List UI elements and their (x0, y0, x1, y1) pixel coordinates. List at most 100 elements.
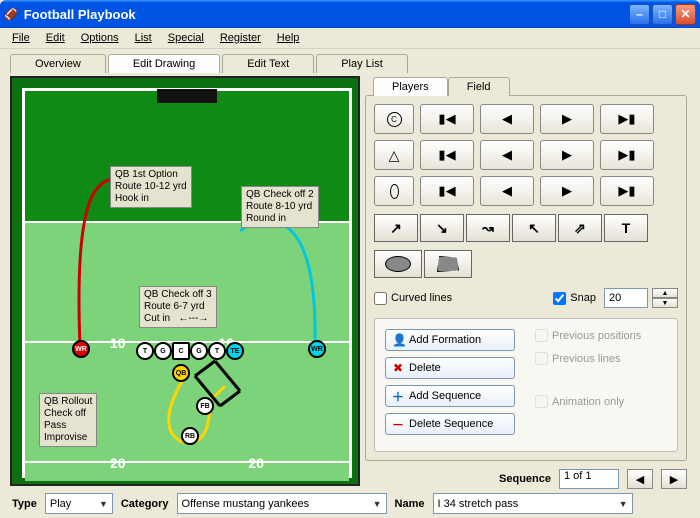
prev-button[interactable]: ◀ (480, 104, 534, 134)
menu-list[interactable]: List (127, 30, 160, 46)
add-sequence-label: Add Sequence (409, 390, 481, 402)
window-title: Football Playbook (24, 7, 629, 22)
player-g-right[interactable]: G (190, 342, 208, 360)
snap-checkbox[interactable] (553, 292, 566, 305)
inner-tabs: Players Field (365, 76, 687, 95)
annotation-checkoff2[interactable]: QB Check off 2 Route 8-10 yrd Round in (241, 186, 319, 228)
next-button[interactable]: ▶ (540, 140, 594, 170)
delete-sequence-label: Delete Sequence (409, 418, 493, 430)
snap-down-button[interactable]: ▼ (652, 298, 678, 308)
content-area: 10 10 20 20 QB 1st Option Route 10-12 yr… (0, 72, 700, 502)
first-button[interactable]: ▮◀ (420, 176, 474, 206)
snap-up-button[interactable]: ▲ (652, 288, 678, 298)
name-value: I 34 stretch pass (438, 498, 519, 510)
yard-number: 10 (110, 335, 126, 351)
last-button[interactable]: ▶▮ (600, 140, 654, 170)
name-label: Name (395, 498, 425, 510)
player-rb[interactable]: RB (181, 427, 199, 445)
tab-edit-drawing[interactable]: Edit Drawing (108, 54, 220, 73)
tool-text[interactable]: T (604, 214, 648, 242)
player-qb[interactable]: QB (172, 364, 190, 382)
close-button[interactable]: ✕ (675, 4, 696, 25)
tool-zone-polygon[interactable] (424, 250, 472, 278)
add-sequence-button[interactable]: ＋ Add Sequence (385, 385, 515, 407)
tab-overview[interactable]: Overview (10, 54, 106, 73)
type-value: Play (50, 498, 71, 510)
delete-sequence-button[interactable]: － Delete Sequence (385, 413, 515, 435)
annotation-rollout[interactable]: QB Rollout Check off Pass Improvise (39, 393, 97, 447)
plus-icon: ＋ (392, 388, 404, 405)
last-button[interactable]: ▶▮ (600, 176, 654, 206)
chevron-down-icon: ▼ (619, 499, 628, 509)
player-center[interactable]: C (172, 342, 190, 360)
annotation-qb-option[interactable]: QB 1st Option Route 10-12 yrd Hook in (110, 166, 192, 208)
delete-button[interactable]: ✖Delete (385, 357, 515, 379)
tool-arrow-open[interactable]: ⇗ (558, 214, 602, 242)
prev-positions-label: Previous positions (552, 330, 641, 342)
person-plus-icon: 👤 (392, 333, 404, 347)
next-button[interactable]: ▶ (540, 104, 594, 134)
chevron-down-icon: ▼ (373, 499, 382, 509)
tool-zone-oval[interactable] (374, 250, 422, 278)
minimize-button[interactable]: – (629, 4, 650, 25)
name-select[interactable]: I 34 stretch pass ▼ (433, 493, 633, 514)
right-panel: Players Field C ▮◀ ◀ ▶ ▶▮ △ ▮◀ ◀ ▶ ▶▮ (365, 76, 687, 489)
annotation-checkoff3[interactable]: QB Check off 3 Route 6-7 yrd Cut in ←---… (139, 286, 217, 328)
type-label: Type (12, 498, 37, 510)
tab-players[interactable]: Players (373, 77, 448, 96)
menu-special[interactable]: Special (160, 30, 212, 46)
prev-positions-checkbox (535, 329, 548, 342)
tab-edit-text[interactable]: Edit Text (222, 54, 314, 73)
field-container: 10 10 20 20 QB 1st Option Route 10-12 yr… (10, 76, 360, 486)
type-select[interactable]: Play ▼ (45, 493, 113, 514)
player-te[interactable]: TE (226, 342, 244, 360)
playing-field[interactable]: 10 10 20 20 QB 1st Option Route 10-12 yr… (22, 88, 352, 478)
prev-button[interactable]: ◀ (480, 140, 534, 170)
players-panel: C ▮◀ ◀ ▶ ▶▮ △ ▮◀ ◀ ▶ ▶▮ ▮◀ ◀ ▶ (365, 95, 687, 461)
menu-register[interactable]: Register (212, 30, 269, 46)
next-button[interactable]: ▶ (540, 176, 594, 206)
prev-button[interactable]: ◀ (480, 176, 534, 206)
add-formation-button[interactable]: 👤 Add Formation (385, 329, 515, 351)
menu-help[interactable]: Help (269, 30, 308, 46)
shape-ellipse-button[interactable] (374, 176, 414, 206)
prev-lines-label: Previous lines (552, 353, 620, 365)
player-wr-right[interactable]: WR (308, 340, 326, 358)
maximize-button[interactable]: □ (652, 4, 673, 25)
yard-number: 20 (248, 455, 264, 471)
app-icon: 🏈 (4, 8, 18, 21)
tool-arrow-wavy[interactable]: ↝ (466, 214, 510, 242)
category-select[interactable]: Offense mustang yankees▼ (177, 493, 387, 514)
tool-arrow-block[interactable]: ↖ (512, 214, 556, 242)
menu-file[interactable]: File (4, 30, 38, 46)
player-wr-left[interactable]: WR (72, 340, 90, 358)
menu-edit[interactable]: Edit (38, 30, 73, 46)
sequence-prev-button[interactable]: ◀ (627, 469, 653, 489)
sequence-next-button[interactable]: ▶ (661, 469, 687, 489)
chevron-down-icon: ▼ (99, 499, 108, 509)
goal-post-icon (157, 89, 217, 103)
menu-bar: File Edit Options List Special Register … (0, 28, 700, 49)
shape-circle-c-button[interactable]: C (374, 104, 414, 134)
player-g-left[interactable]: G (154, 342, 172, 360)
sequence-value: 1 of 1 (559, 469, 619, 489)
tool-arrow-dashed[interactable]: ↘ (420, 214, 464, 242)
snap-value-input[interactable] (604, 288, 648, 308)
sequence-row: Sequence 1 of 1 ◀ ▶ (365, 469, 687, 489)
menu-options[interactable]: Options (73, 30, 127, 46)
curved-lines-checkbox[interactable] (374, 292, 387, 305)
delete-label: Delete (409, 362, 441, 374)
player-t-left[interactable]: T (136, 342, 154, 360)
first-button[interactable]: ▮◀ (420, 104, 474, 134)
first-button[interactable]: ▮◀ (420, 140, 474, 170)
add-formation-label: Add Formation (409, 334, 481, 346)
last-button[interactable]: ▶▮ (600, 104, 654, 134)
tab-field[interactable]: Field (448, 77, 510, 96)
snap-label: Snap (570, 292, 596, 304)
shape-triangle-button[interactable]: △ (374, 140, 414, 170)
tab-play-list[interactable]: Play List (316, 54, 408, 73)
minus-icon: － (392, 416, 404, 433)
tool-arrow-solid[interactable]: ↗ (374, 214, 418, 242)
player-t-right[interactable]: T (208, 342, 226, 360)
player-fb[interactable]: FB (196, 397, 214, 415)
